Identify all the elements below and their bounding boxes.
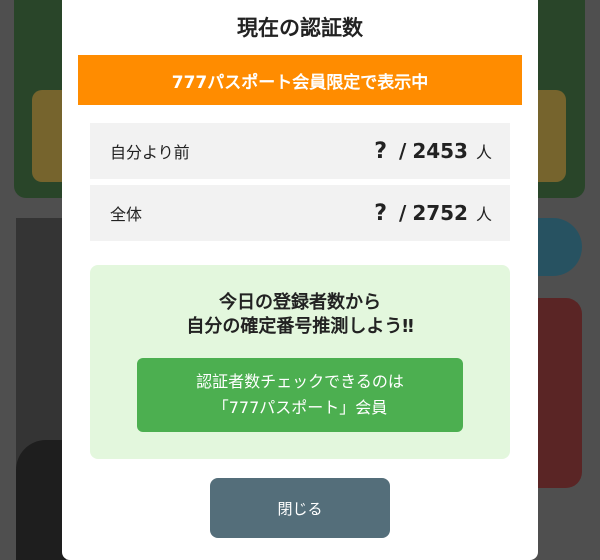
stat-unit: 人 (475, 204, 492, 224)
stat-total: 2752 (412, 200, 468, 225)
passport-member-button[interactable]: 認証者数チェックできるのは 「777パスポート」会員 (137, 358, 463, 432)
auth-count-modal: 現在の認証数 777パスポート会員限定で表示中 自分より前 ? / 2453 人… (62, 0, 538, 560)
promo-panel: 今日の登録者数から 自分の確定番号推測しよう‼ 認証者数チェックできるのは 「7… (90, 265, 510, 459)
stat-label: 全体 (110, 205, 143, 224)
stat-row-before-me: 自分より前 ? / 2453 人 (90, 123, 510, 179)
promo-button-line1: 認証者数チェックできるのは (196, 372, 404, 391)
promo-text: 今日の登録者数から 自分の確定番号推測しよう‼ (90, 291, 510, 339)
stat-separator: / (399, 200, 407, 225)
close-button[interactable]: 閉じる (210, 478, 390, 538)
stat-value: ? / 2453 人 (374, 139, 492, 164)
stat-value: ? / 2752 人 (374, 201, 492, 226)
stat-unit: 人 (475, 142, 492, 162)
promo-button-line2: 「777パスポート」会員 (212, 398, 388, 417)
stat-row-overall: 全体 ? / 2752 人 (90, 185, 510, 241)
banner-text: 777パスポート会員限定で表示中 (171, 72, 429, 93)
promo-text-line2: 自分の確定番号推測しよう‼ (186, 316, 414, 337)
stat-label: 自分より前 (110, 143, 190, 162)
stat-total: 2453 (412, 138, 468, 163)
promo-text-line1: 今日の登録者数から (219, 292, 381, 313)
members-only-banner: 777パスポート会員限定で表示中 (78, 55, 522, 105)
stat-unknown: ? (374, 138, 387, 164)
stat-separator: / (399, 138, 407, 163)
close-button-label: 閉じる (277, 499, 323, 518)
stat-unknown: ? (374, 200, 387, 226)
modal-title: 現在の認証数 (237, 16, 363, 40)
